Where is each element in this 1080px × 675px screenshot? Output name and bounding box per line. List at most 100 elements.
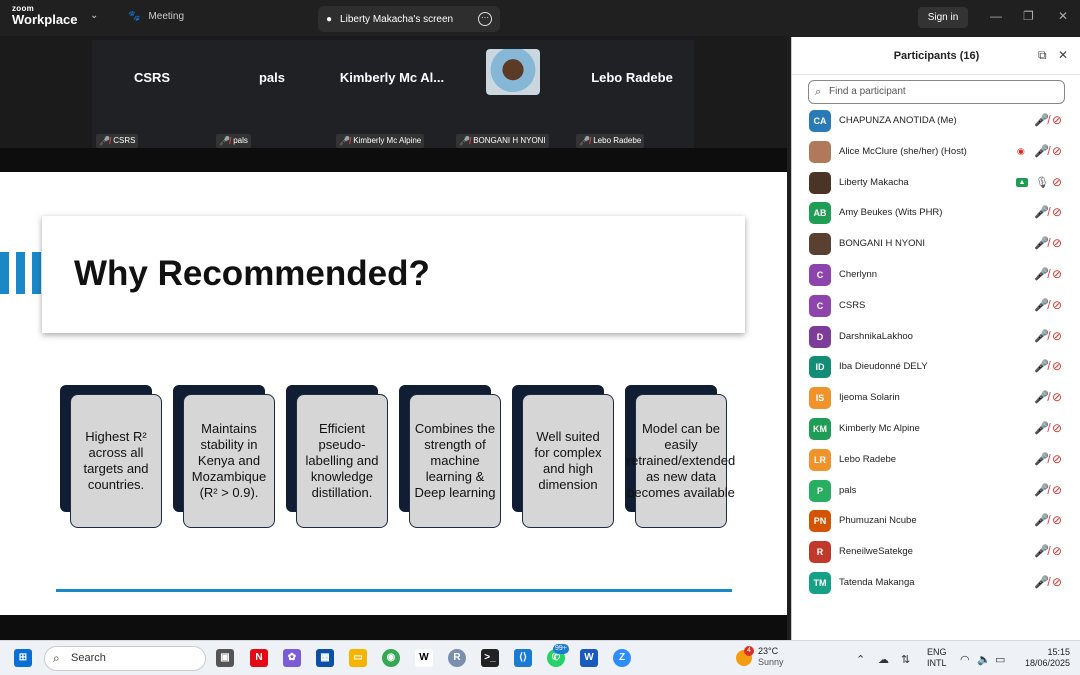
maximize-icon[interactable]: ❐ <box>1023 9 1034 23</box>
mic-muted-icon: 🎤̸ <box>339 136 351 146</box>
taskbar-search[interactable]: ⌕ Search <box>44 646 206 671</box>
input-language[interactable]: ENG INTL <box>927 647 947 669</box>
video-tile-kimberly[interactable]: Kimberly Mc Al... <box>332 40 452 112</box>
participant-row[interactable]: IS Ijeoma Solarin 🎤̸ ⊘ <box>792 384 1080 414</box>
participant-row[interactable]: KM Kimberly Mc Alpine 🎤̸ ⊘ <box>792 415 1080 445</box>
participant-row[interactable]: TM Tatenda Makanga 🎤̸ ⊘ <box>792 569 1080 599</box>
video-tile-lebo[interactable]: Lebo Radebe <box>572 40 692 112</box>
zoom-icon[interactable]: Z <box>613 649 631 667</box>
video-tile-csrs[interactable]: CSRS <box>92 40 212 112</box>
chrome-icon[interactable]: ◉ <box>382 649 400 667</box>
participant-name: BONGANI H NYONI <box>839 238 926 250</box>
mic-muted-icon: 🎤̸ <box>579 136 591 146</box>
video-strip: CSRS pals Kimberly Mc Al... Lebo Radebe … <box>0 36 787 148</box>
mic-muted-icon[interactable]: 🎤̸ <box>1034 390 1049 404</box>
r-icon[interactable]: R <box>448 649 466 667</box>
clock[interactable]: 15:15 18/06/2025 <box>1018 647 1070 669</box>
vscode-icon[interactable]: ⟨⟩ <box>514 649 532 667</box>
participant-row[interactable]: CA CHAPUNZA ANOTIDA (Me) 🎤̸ ⊘ <box>792 107 1080 137</box>
video-off-icon[interactable]: ⊘ <box>1052 390 1062 404</box>
participant-row[interactable]: C Cherlynn 🎤̸ ⊘ <box>792 261 1080 291</box>
paw-icon: 🐾 <box>128 11 141 22</box>
chevron-up-icon[interactable]: ⌃ <box>856 653 865 666</box>
video-off-icon[interactable]: ⊘ <box>1052 544 1062 558</box>
mic-muted-icon[interactable]: 🎤̸ <box>1034 113 1049 127</box>
participant-search-input[interactable]: ⌕ Find a participant <box>808 80 1065 104</box>
sign-in-button[interactable]: Sign in <box>918 7 968 28</box>
terminal-icon[interactable]: >_ <box>481 649 499 667</box>
mic-muted-icon[interactable]: 🎤̸ <box>1034 267 1049 281</box>
copilot-icon[interactable]: ✿ <box>283 649 301 667</box>
video-off-icon[interactable]: ⊘ <box>1052 236 1062 250</box>
participant-row[interactable]: AB Amy Beukes (Wits PHR) 🎤̸ ⊘ <box>792 199 1080 229</box>
file-explorer-icon[interactable]: ▭ <box>349 649 367 667</box>
more-options-icon[interactable]: ··· <box>478 12 492 26</box>
video-off-icon[interactable]: ⊘ <box>1052 359 1062 373</box>
video-off-icon[interactable]: ⊘ <box>1052 483 1062 497</box>
mic-muted-icon[interactable]: 🎤̸ <box>1034 575 1049 589</box>
video-off-icon[interactable]: ⊘ <box>1052 144 1062 158</box>
task-view-icon[interactable]: ▣ <box>216 649 234 667</box>
video-tile-pals[interactable]: pals <box>212 40 332 112</box>
accent-line <box>56 589 732 592</box>
network-share-icon[interactable]: ⇅ <box>901 653 910 666</box>
participant-row[interactable]: ID Iba Dieudonné DELY 🎤̸ ⊘ <box>792 353 1080 383</box>
mic-muted-icon[interactable]: 🎤̸ <box>1034 329 1049 343</box>
mic-muted-icon[interactable]: 🎤̸ <box>1034 544 1049 558</box>
tab-meeting[interactable]: 🐾 Meeting <box>128 11 184 22</box>
video-off-icon[interactable]: ⊘ <box>1052 298 1062 312</box>
wifi-icon[interactable]: ◠ <box>960 653 970 666</box>
mic-muted-icon[interactable]: 🎤̸ <box>1034 452 1049 466</box>
video-off-icon[interactable]: ⊘ <box>1052 329 1062 343</box>
mic-muted-icon[interactable]: 🎤̸ <box>1034 236 1049 250</box>
video-off-icon[interactable]: ⊘ <box>1052 575 1062 589</box>
video-off-icon[interactable]: ⊘ <box>1052 175 1062 189</box>
video-off-icon[interactable]: ⊘ <box>1052 113 1062 127</box>
close-icon[interactable]: ✕ <box>1058 9 1068 23</box>
volume-icon[interactable]: 🔈 <box>977 653 991 666</box>
netflix-icon[interactable]: N <box>250 649 268 667</box>
participant-row[interactable]: Ppals 🎤̸ ⊘ <box>792 477 1080 507</box>
mic-muted-icon[interactable]: 🎤̸ <box>1034 144 1049 158</box>
participant-row[interactable]: BONGANI H NYONI 🎤̸ ⊘ <box>792 230 1080 260</box>
mic-muted-icon[interactable]: 🎤̸ <box>1034 359 1049 373</box>
battery-icon[interactable]: ▭ <box>995 653 1005 666</box>
reason-card: Combines the strength of machine learnin… <box>409 394 501 528</box>
participant-avatar <box>809 171 831 194</box>
w-app-icon[interactable]: W <box>415 649 433 667</box>
title-card: Why Recommended? <box>42 216 745 333</box>
mic-muted-icon[interactable]: 🎤̸ <box>1034 205 1049 219</box>
tile-label: 🎤̸ BONGANI H NYONI <box>456 134 549 148</box>
start-icon[interactable]: ⊞ <box>14 649 32 667</box>
video-feed-bongani[interactable] <box>486 49 540 95</box>
video-off-icon[interactable]: ⊘ <box>1052 205 1062 219</box>
participant-row[interactable]: R ReneilweSatekge 🎤̸ ⊘ <box>792 538 1080 568</box>
participant-row[interactable]: LR Lebo Radebe 🎤̸ ⊘ <box>792 446 1080 476</box>
participant-name: Kimberly Mc Alpine <box>839 423 920 434</box>
weather-widget[interactable]: 4 23°C Sunny <box>736 646 784 668</box>
shared-screen-area: Why Recommended? Highest R² across all t… <box>0 148 787 640</box>
participant-row[interactable]: Alice McClure (she/her) (Host) ◉ 🎤̸ ⊘ <box>792 138 1080 168</box>
store-icon[interactable]: ▦ <box>316 649 334 667</box>
video-off-icon[interactable]: ⊘ <box>1052 452 1062 466</box>
participant-row[interactable]: Liberty Makacha ▲ 🎙 ⊘ <box>792 169 1080 199</box>
minimize-icon[interactable]: — <box>990 9 1002 23</box>
mic-muted-icon[interactable]: 🎤̸ <box>1034 483 1049 497</box>
mic-muted-icon[interactable]: 🎤̸ <box>1034 513 1049 527</box>
close-panel-icon[interactable]: ✕ <box>1058 48 1068 62</box>
participant-row[interactable]: PN Phumuzani Ncube 🎤̸ ⊘ <box>792 507 1080 537</box>
chevron-down-icon[interactable]: ⌄ <box>90 10 98 21</box>
video-off-icon[interactable]: ⊘ <box>1052 513 1062 527</box>
video-off-icon[interactable]: ⊘ <box>1052 421 1062 435</box>
tab-shared-screen[interactable]: ● Liberty Makacha's screen ··· <box>318 6 500 32</box>
mic-muted-icon[interactable]: 🎤̸ <box>1034 298 1049 312</box>
participant-row[interactable]: C CSRS 🎤̸ ⊘ <box>792 292 1080 322</box>
participant-row[interactable]: D DarshnikaLakhoo 🎤̸ ⊘ <box>792 323 1080 353</box>
mic-muted-icon[interactable]: 🎤̸ <box>1034 421 1049 435</box>
zoom-logo[interactable]: zoom Workplace <box>12 5 78 27</box>
video-off-icon[interactable]: ⊘ <box>1052 267 1062 281</box>
cloud-icon[interactable]: ☁ <box>878 653 889 666</box>
word-icon[interactable]: W <box>580 649 598 667</box>
mic-on-icon[interactable]: 🎙 <box>1035 176 1049 189</box>
pop-out-icon[interactable]: ⧉ <box>1038 48 1047 63</box>
